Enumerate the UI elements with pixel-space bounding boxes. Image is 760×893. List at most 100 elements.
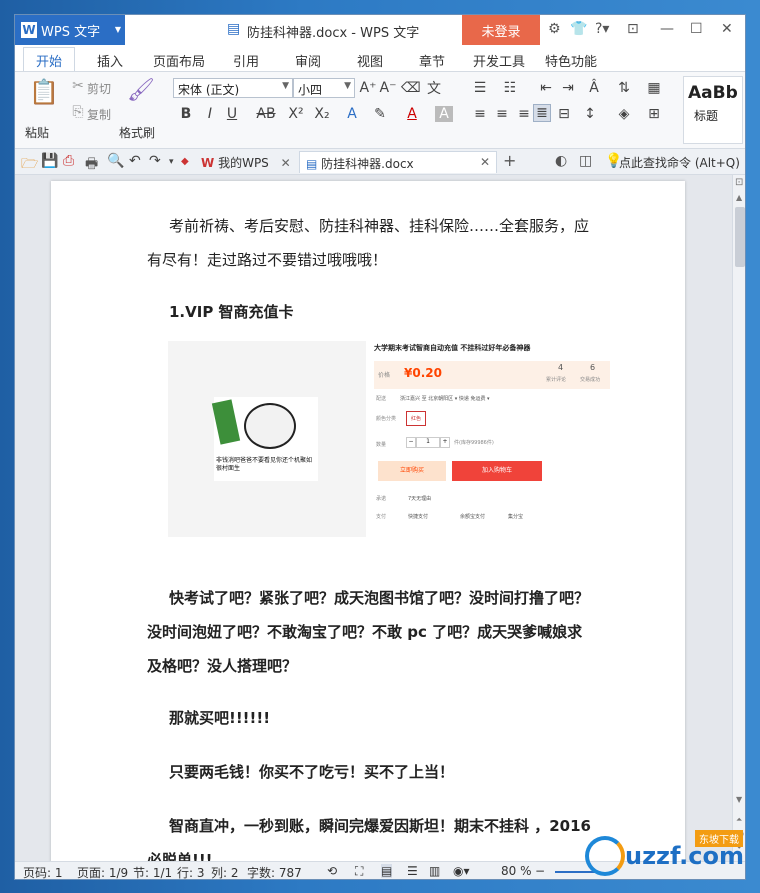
tab-chapter[interactable]: 章节 — [419, 51, 445, 70]
chevron-down-icon[interactable]: ▾ — [169, 157, 174, 167]
doc-nav-icon[interactable]: ◐ — [555, 153, 567, 169]
tab-view[interactable]: 视图 — [357, 51, 383, 70]
decrease-indent-icon[interactable]: ⇤ — [537, 80, 555, 96]
zoom-out-icon[interactable]: − — [535, 864, 545, 878]
tab-special[interactable]: 特色功能 — [545, 51, 597, 70]
underline-icon[interactable]: U — [223, 106, 241, 122]
copy-button[interactable]: 复制 — [87, 106, 111, 123]
command-search[interactable]: 点此查找命令 (Alt+Q) — [619, 154, 740, 171]
shirt-icon[interactable]: 👕 — [570, 21, 587, 37]
font-size-select[interactable]: 小四 ▼ — [293, 78, 355, 98]
tab-developer[interactable]: 开发工具 — [473, 51, 525, 70]
increase-indent-icon[interactable]: ⇥ — [559, 80, 577, 96]
promise-value: 7天无理由 — [408, 496, 432, 502]
maximize-icon[interactable]: ☐ — [690, 21, 703, 37]
app-menu-button[interactable]: W WPS 文字 ▼ — [15, 15, 125, 45]
align-right-icon[interactable]: ≡ — [515, 106, 533, 122]
scroll-up-icon[interactable]: ▲ — [736, 193, 742, 202]
tab-my-wps[interactable]: W 我的WPS ✕ — [195, 151, 297, 173]
pay-method-1: 快捷支付 — [408, 514, 429, 520]
vertical-scrollbar[interactable]: ⊡ ▲ ▼ ⏶ ○ ⏷ — [732, 175, 745, 861]
format-painter-button[interactable]: 格式刷 — [119, 124, 155, 141]
redo-icon[interactable]: ↷ — [149, 153, 161, 169]
tab-home[interactable]: 开始 — [23, 47, 76, 71]
web-view-icon[interactable]: ◉▾ — [453, 864, 470, 878]
paragraph-2: 快考试了吧？紧张了吧？成天泡图书馆了吧？没时间打撸了吧？没时间泡妞了吧？不敢淘宝… — [147, 589, 590, 675]
tab-current-document[interactable]: ▤ 防挂科神器.docx ✕ — [299, 151, 497, 173]
bullet-list-icon[interactable]: ☰ — [471, 80, 489, 96]
track-changes-icon[interactable]: ⟲ — [327, 864, 337, 878]
highlight-icon[interactable]: ✎ — [371, 106, 389, 122]
save-icon[interactable]: 💾 — [41, 153, 58, 169]
copy-icon[interactable]: ⎘ — [69, 104, 87, 120]
restore-ribbon-icon[interactable]: ⊡ — [627, 21, 639, 37]
line-break-icon[interactable]: Â — [585, 80, 603, 96]
grow-font-icon[interactable]: A⁺ — [359, 80, 377, 96]
page-view-icon[interactable]: ▤ — [381, 864, 393, 878]
delivery-value: 浙江嘉兴 至 北京朝阳区 ▾ 快递 免运费 ▾ — [400, 396, 490, 402]
numbered-list-icon[interactable]: ☷ — [501, 80, 519, 96]
line-spacing-icon[interactable]: ↕ — [581, 106, 599, 122]
table-icon[interactable]: ▦ — [645, 80, 663, 96]
pin-icon[interactable]: ◆ — [181, 156, 189, 167]
shrink-font-icon[interactable]: A⁻ — [379, 80, 397, 96]
skin-icon[interactable]: ⚙ — [548, 21, 561, 37]
tab-review[interactable]: 审阅 — [295, 51, 321, 70]
bold-icon[interactable]: B — [177, 106, 195, 122]
close-icon[interactable]: ✕ — [281, 156, 291, 170]
close-icon[interactable]: ✕ — [480, 155, 490, 169]
clear-format-icon[interactable]: ⌫ — [401, 80, 421, 96]
border-icon[interactable]: ⊞ — [645, 106, 663, 122]
print-icon[interactable]: 🖶 — [85, 153, 98, 177]
login-button[interactable]: 未登录 — [462, 15, 540, 45]
font-color-icon[interactable]: A — [403, 106, 421, 122]
align-center-icon[interactable]: ≡ — [493, 106, 511, 122]
undo-icon[interactable]: ↶ — [129, 153, 141, 169]
justify-icon[interactable]: ≣ — [533, 104, 551, 122]
zoom-level[interactable]: 80 % — [501, 864, 532, 878]
scroll-down-icon[interactable]: ▼ — [736, 795, 742, 804]
pdf-export-icon[interactable]: ⎙ — [63, 153, 74, 169]
minimize-icon[interactable]: — — [660, 21, 674, 37]
prev-page-icon[interactable]: ⏶ — [736, 815, 742, 825]
tab-current-document-label: 防挂科神器.docx — [321, 157, 414, 171]
align-left-icon[interactable]: ≡ — [471, 106, 489, 122]
distribute-icon[interactable]: ⊟ — [555, 106, 573, 122]
close-icon[interactable]: ✕ — [721, 21, 733, 37]
layout-icon[interactable]: ◫ — [579, 153, 592, 169]
scroll-top-icon[interactable]: ⊡ — [735, 177, 743, 188]
outline-view-icon[interactable]: ☰ — [407, 864, 418, 878]
char-shading-icon[interactable]: A — [435, 106, 453, 122]
dropdown-arrow-icon: ▼ — [114, 25, 121, 34]
qty-minus: − — [406, 437, 416, 448]
format-painter-icon[interactable]: 🖌 — [127, 78, 155, 103]
reading-view-icon[interactable]: ▥ — [429, 864, 440, 878]
help-icon[interactable]: ?▾ — [595, 21, 609, 37]
status-words[interactable]: 字数: 787 — [247, 864, 302, 879]
doc-file-icon: ▤ — [306, 157, 318, 171]
cut-button[interactable]: 剪切 — [87, 80, 111, 97]
shading-icon[interactable]: ◈ — [615, 106, 633, 122]
italic-icon[interactable]: I — [201, 106, 219, 122]
open-folder-icon[interactable]: 🗁 — [21, 153, 38, 177]
price-box: 价格 ¥0.20 4 累计评论 6 交易成功 — [374, 361, 610, 389]
product-screenshot-image: 非钱消吧爸爸不要看见你还个机聚如很村面生 大学期末考试智商自动充值 不挂科过好年… — [168, 341, 614, 541]
tab-page-layout[interactable]: 页面布局 — [153, 51, 205, 70]
phonetic-icon[interactable]: 文 — [425, 78, 443, 98]
tab-references[interactable]: 引用 — [233, 51, 259, 70]
paste-button[interactable]: 粘贴 — [25, 124, 49, 141]
subscript-icon[interactable]: X₂ — [313, 106, 331, 122]
sort-icon[interactable]: ⇅ — [615, 80, 633, 96]
cut-icon[interactable]: ✂ — [69, 78, 87, 94]
superscript-icon[interactable]: X² — [287, 106, 305, 122]
style-gallery[interactable]: AaBb 标题 — [683, 76, 743, 144]
font-name-select[interactable]: 宋体 (正文) ▼ — [173, 78, 293, 98]
tab-insert[interactable]: 插入 — [97, 51, 123, 70]
text-effect-icon[interactable]: A — [343, 106, 361, 122]
strikethrough-icon[interactable]: AB — [253, 106, 279, 122]
scroll-thumb[interactable] — [735, 207, 745, 267]
new-tab-icon[interactable]: + — [503, 151, 516, 170]
full-screen-icon[interactable]: ⛶ — [355, 864, 363, 879]
print-preview-icon[interactable]: 🔍 — [107, 153, 124, 169]
paste-icon[interactable]: 📋 — [29, 78, 59, 106]
